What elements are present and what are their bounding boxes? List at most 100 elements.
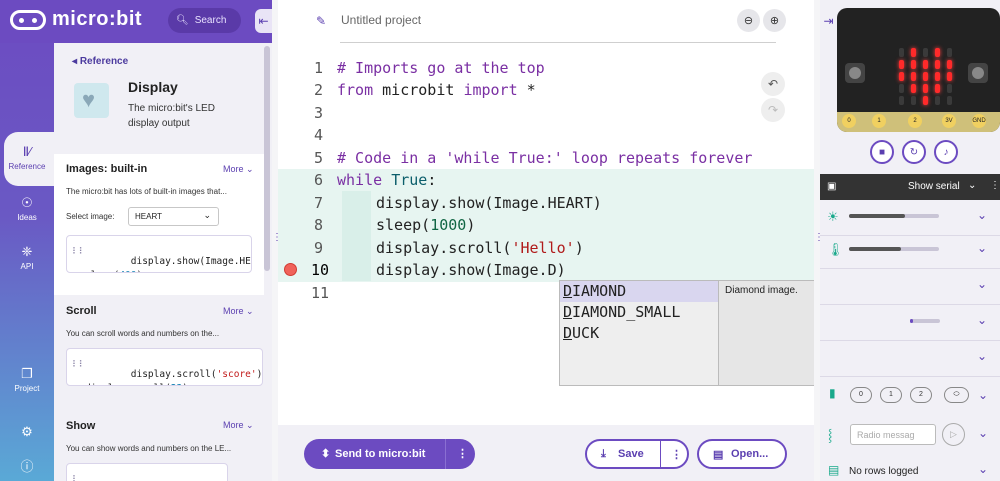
save-button[interactable]: ⤓ Save ⋮ [585,439,689,469]
code-snippet[interactable]: ⠇⠇display.scroll('score') display.scroll… [66,348,263,386]
more-button[interactable]: More ⌄ [223,420,254,431]
pin-button-2[interactable]: 2 [910,387,932,403]
button-divider [445,439,446,469]
rail-item-project[interactable]: ❐ Project [0,366,54,393]
redo-icon: ↷ [767,103,779,117]
radio-message-input[interactable]: Radio messag [850,424,936,445]
undo-icon: ↶ [767,77,779,91]
more-button[interactable]: More ⌄ [223,306,254,317]
lightbulb-icon: ☉ [21,195,33,210]
thermometer-icon: 🌡︎ [827,242,844,257]
reset-button[interactable]: ↻ [902,140,926,164]
collapse-left-icon: ⇤ [258,14,269,28]
light-slider[interactable] [849,214,939,218]
more-button[interactable]: More ⌄ [223,164,254,175]
open-button[interactable]: ▤ Open... [697,439,787,469]
code-line-8: sleep(1000) [376,216,476,234]
rail-item-project-label: Project [14,384,40,393]
radio-send-button[interactable]: ▷ [942,423,965,446]
chevron-down-icon[interactable]: ⌄ [977,277,987,291]
book-icon: Ⅱ∕ [22,144,32,159]
stop-button[interactable]: ■ [870,140,894,164]
stop-icon: ■ [878,146,886,158]
select-label: Select image: [66,212,115,221]
line-number: 9 [313,239,323,257]
more-label: More [223,420,244,430]
rail-item-api[interactable]: ❈ API [0,244,54,271]
display-topic-icon [74,83,109,118]
rail-item-ideas[interactable]: ☉ Ideas [0,195,54,222]
logo-touch-button[interactable]: ⬭ [944,387,969,403]
chevron-down-icon: ⌄ [203,210,211,220]
data-log-row: ▤ No rows logged ⌄ [820,458,1000,481]
led [935,96,940,105]
autocomplete-item[interactable]: DIAMOND_SMALL [560,302,718,323]
mute-button[interactable]: ♪ [934,140,958,164]
autocomplete-item[interactable]: DIAMOND [560,281,718,302]
breakpoint-icon[interactable] [284,263,297,276]
led [899,48,904,57]
drag-handle-icon[interactable]: ⠇ [72,472,79,481]
drag-handle-icon[interactable]: ⠇⠇ [72,357,85,371]
button-b[interactable] [968,63,988,83]
temperature-slider[interactable] [849,247,939,251]
chevron-down-icon[interactable]: ⌄ [977,241,987,255]
led [911,60,916,69]
section-images-builtin: Images: built-in More ⌄ The micro:bit ha… [54,154,264,299]
image-select[interactable]: HEART ⌄ [128,207,219,226]
chevron-down-icon[interactable]: ⌄ [977,208,987,222]
pin-1[interactable]: 1 [872,114,886,128]
collapse-sidebar-button[interactable]: ⇤ [255,9,272,33]
zoom-in-button[interactable]: ⊕ [763,9,786,32]
settings-button[interactable]: ⚙ [0,424,54,442]
python-icon: ❈ [21,244,33,259]
autocomplete-item[interactable]: DUCK [560,323,718,344]
chevron-down-icon[interactable]: ⌄ [978,426,988,440]
serial-bar[interactable]: ▣ Show serial ⌄ ⋮ [820,174,1000,200]
collapse-right-icon: ⇥ [823,14,834,28]
project-name[interactable]: Untitled project [341,13,421,27]
led [911,72,916,81]
code-line-7: display.show(Image.HEART) [376,194,602,212]
send-more-button[interactable]: ⋮ [457,447,468,460]
led [935,60,940,69]
search-button[interactable]: 🔍︎ Search [168,8,241,33]
send-to-microbit-button[interactable]: ⬍ Send to micro:bit ⋮ [304,439,475,469]
led [923,96,928,105]
breadcrumb[interactable]: ◂ Reference [72,56,128,67]
breadcrumb-label: Reference [79,56,129,67]
led [947,96,952,105]
help-button[interactable]: ⓘ [0,456,54,477]
undo-button[interactable]: ↶ [761,72,785,96]
chevron-down-icon: ⌄ [968,180,977,191]
zoom-out-button[interactable]: ⊖ [737,9,760,32]
accelerometer-slider[interactable] [910,319,940,323]
code-snippet[interactable]: ⠇⠇display.show(Image.HEART) sleep(400) [66,235,252,273]
code-snippet[interactable]: ⠇display.show('score') [66,463,228,481]
light-slider-fill [849,214,905,218]
zoom-in-icon: ⊕ [769,15,780,27]
code-line: display.scroll('score') [130,369,263,380]
chevron-down-icon[interactable]: ⌄ [978,462,988,476]
drag-handle-icon[interactable]: ⠇⠇ [72,244,85,258]
serial-more-button[interactable]: ⋮ [990,180,1000,191]
edit-pencil-icon[interactable]: ✎ [316,14,326,28]
app-root: Ⅱ∕ Reference ☉ Ideas ❈ API ❐ Project ⚙ ⓘ… [0,0,1000,481]
led [935,72,940,81]
line-number: 6 [313,171,323,189]
pin-0[interactable]: 0 [842,114,856,128]
send-icon: ▷ [950,429,957,439]
pin-button-0[interactable]: 0 [850,387,872,403]
chevron-down-icon[interactable]: ⌄ [977,313,987,327]
chevron-down-icon[interactable]: ⌄ [978,388,988,402]
redo-button[interactable]: ↷ [761,98,785,122]
button-a[interactable] [845,63,865,83]
pin-3v: 3V [942,114,956,128]
pin-button-1[interactable]: 1 [880,387,902,403]
pin-2[interactable]: 2 [908,114,922,128]
chevron-down-icon[interactable]: ⌄ [977,349,987,363]
collapse-simulator-button[interactable]: ⇥ [820,9,837,33]
save-more-button[interactable]: ⋮ [671,448,682,461]
reference-scrollbar[interactable] [264,46,270,271]
code-editor: ✎ Untitled project ⊖ ⊕ ↶ ↷ 1 # Imports g… [278,0,909,481]
